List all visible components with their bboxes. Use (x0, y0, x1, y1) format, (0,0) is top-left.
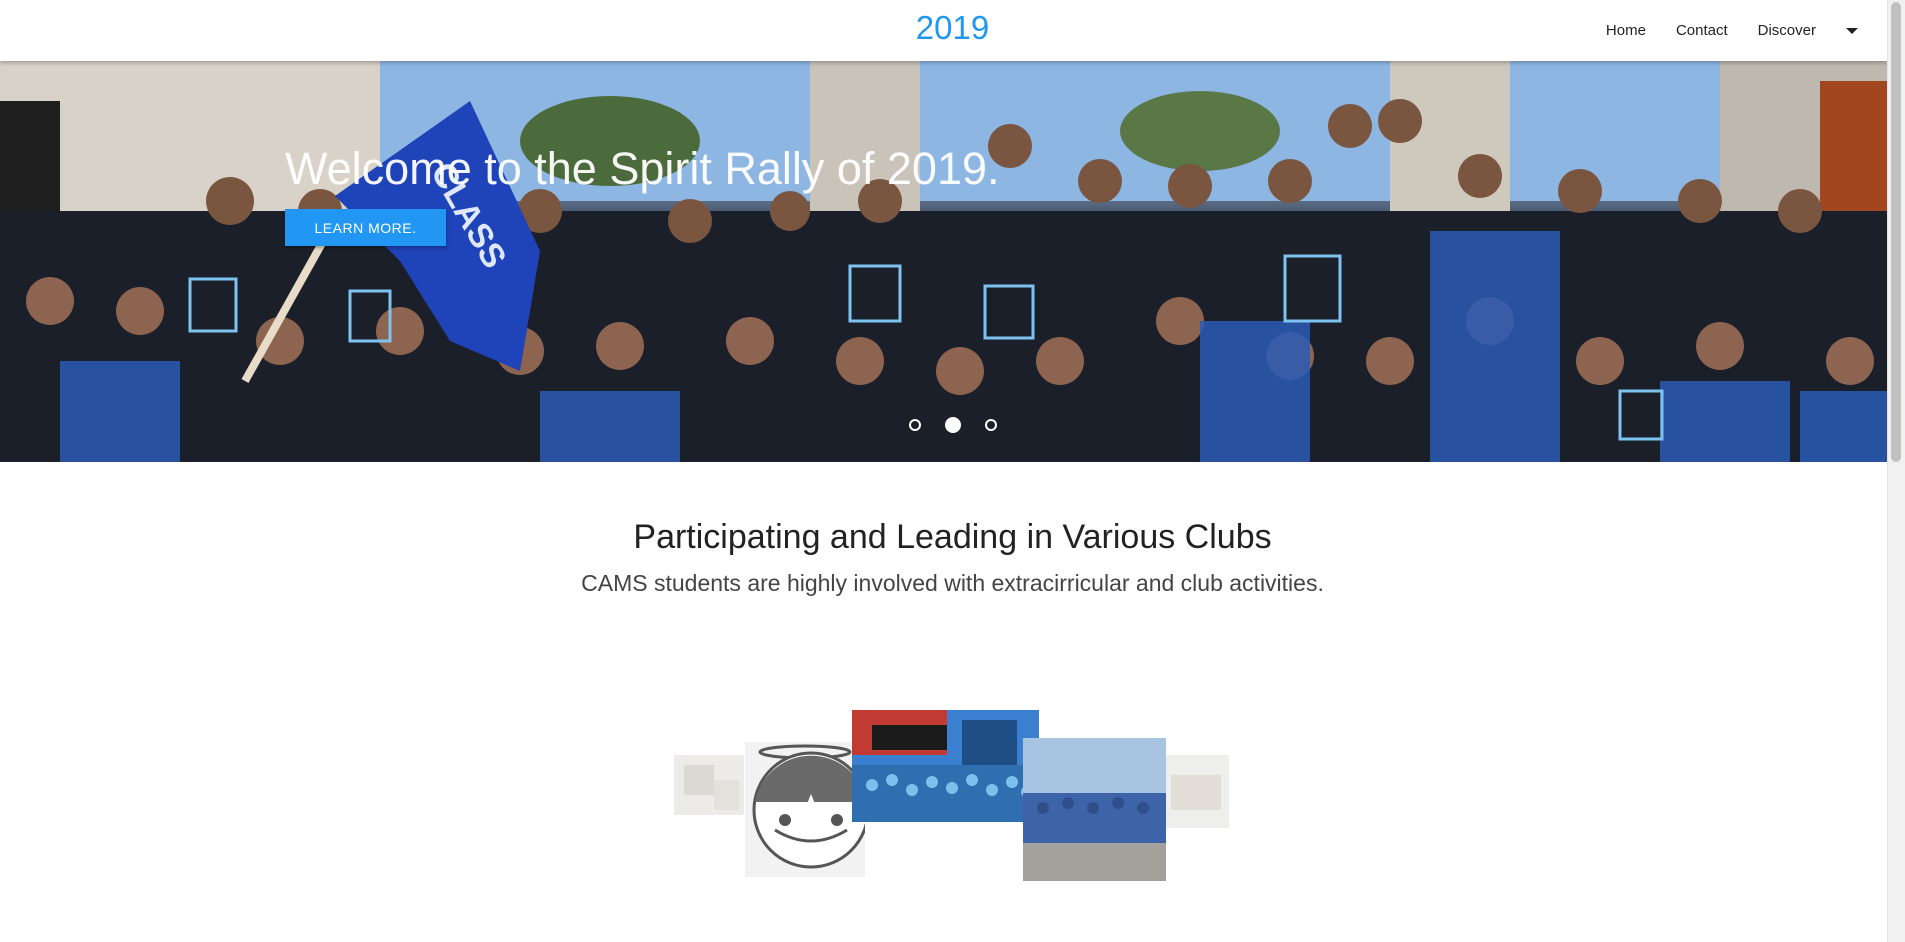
carousel-dot-3[interactable] (984, 419, 997, 431)
nav-links: Home Contact Discover (1606, 0, 1858, 61)
gallery-photo-2[interactable] (745, 742, 865, 877)
caret-down-icon[interactable] (1846, 27, 1858, 34)
carousel-indicators (0, 417, 1905, 433)
carousel-dot-1[interactable] (908, 419, 921, 431)
helicopter-mascot-icon (752, 744, 865, 869)
hero-carousel: CLASS Welcome to the Spirit Rally of 201… (0, 61, 1905, 462)
nav-contact-link[interactable]: Contact (1676, 22, 1728, 39)
gallery-photo-1[interactable] (674, 755, 744, 815)
scrollbar-thumb[interactable] (1891, 2, 1901, 462)
nav-discover-link[interactable]: Discover (1758, 22, 1816, 39)
gallery-photo-3[interactable] (852, 710, 1039, 822)
scrollbar[interactable] (1887, 0, 1905, 942)
navbar: 2019 Home Contact Discover (0, 0, 1888, 61)
learn-more-button[interactable]: LEARN MORE. (285, 209, 446, 246)
section-title: Participating and Leading in Various Clu… (633, 518, 1272, 556)
hero-title: Welcome to the Spirit Rally of 2019. (285, 143, 1000, 194)
gallery-photo-5[interactable] (1166, 755, 1229, 828)
hero-photo: CLASS (0, 61, 1905, 462)
carousel-dot-2[interactable] (944, 417, 961, 433)
gallery-photo-4[interactable] (1023, 738, 1166, 881)
section-subtitle: CAMS students are highly involved with e… (581, 570, 1324, 596)
nav-home-link[interactable]: Home (1606, 22, 1646, 39)
